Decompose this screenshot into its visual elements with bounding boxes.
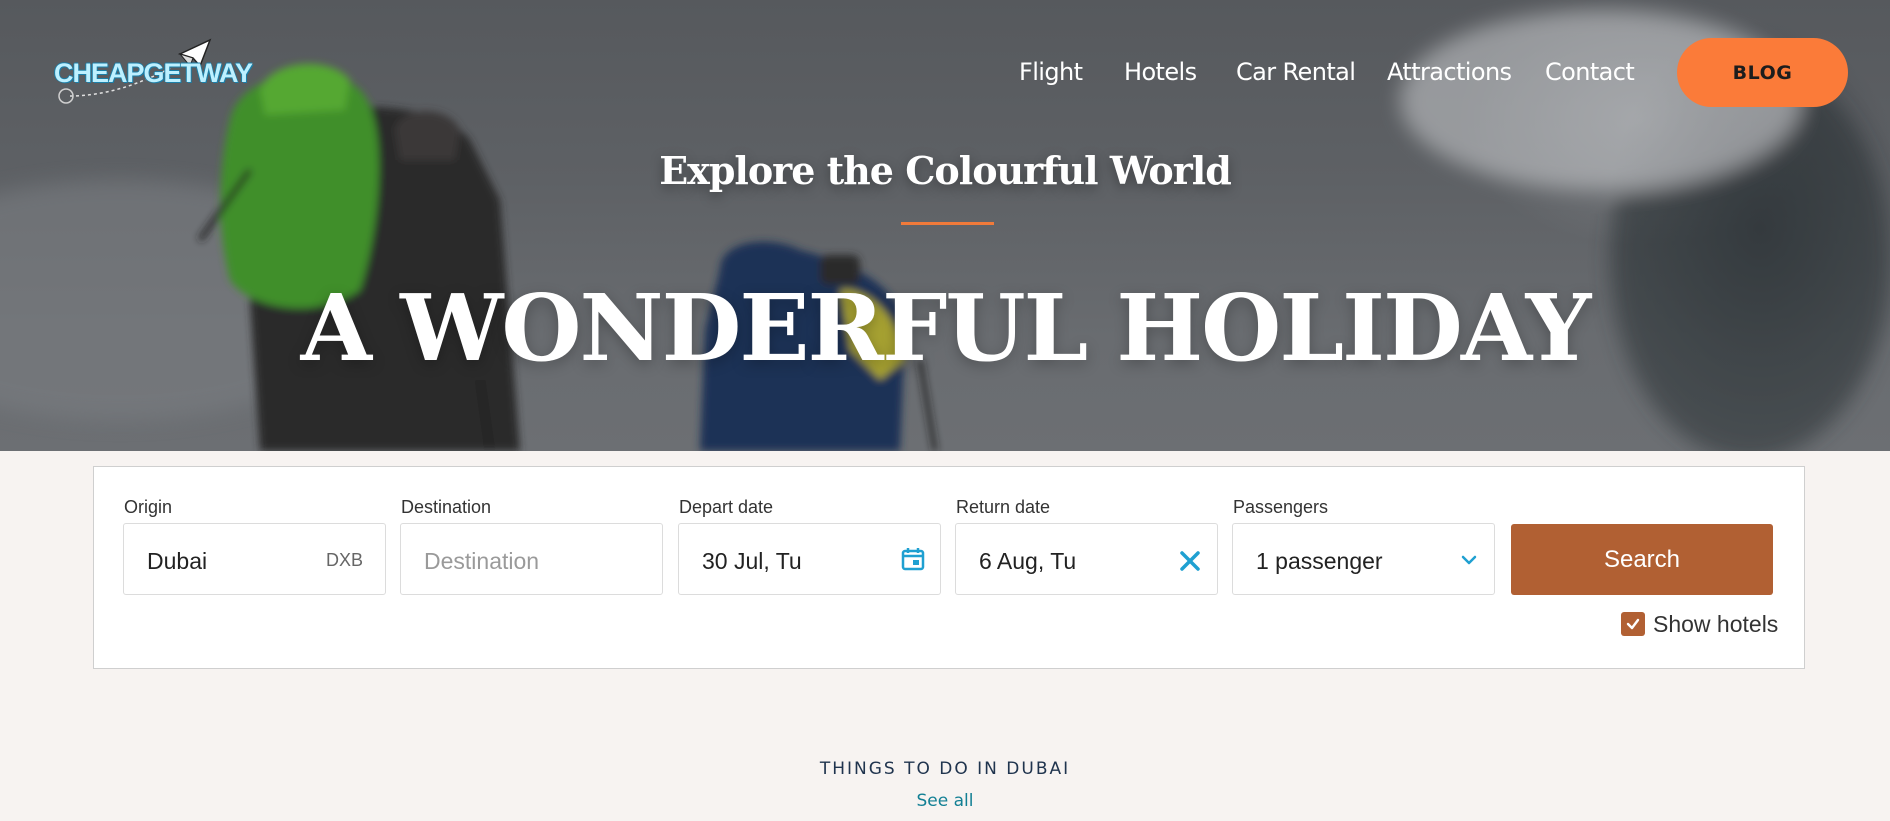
return-date-value: 6 Aug, Tu bbox=[979, 548, 1077, 574]
origin-label: Origin bbox=[124, 497, 173, 517]
hero-title: A WONDERFUL HOLIDAY bbox=[300, 274, 1592, 382]
nav-item-flight[interactable]: Flight bbox=[1019, 58, 1083, 86]
hero-subtitle: Explore the Colourful World bbox=[659, 148, 1232, 193]
show-hotels-label: Show hotels bbox=[1653, 610, 1779, 637]
nav-item-hotels[interactable]: Hotels bbox=[1124, 58, 1197, 86]
clear-x-icon[interactable] bbox=[1177, 548, 1203, 579]
show-hotels-toggle[interactable]: Show hotels bbox=[1621, 611, 1778, 637]
nav-item-car-rental[interactable]: Car Rental bbox=[1236, 58, 1356, 86]
calendar-icon[interactable] bbox=[900, 546, 926, 577]
nav-item-contact[interactable]: Contact bbox=[1545, 58, 1635, 86]
hero-banner: CHEAPGETWAY Flight Hotels Car Rental Att… bbox=[0, 0, 1890, 451]
destination-label: Destination bbox=[401, 497, 492, 517]
nav-item-attractions[interactable]: Attractions bbox=[1387, 58, 1512, 86]
destination-field[interactable]: Destination bbox=[400, 523, 663, 595]
passengers-value: 1 passenger bbox=[1256, 548, 1383, 574]
hero-divider bbox=[901, 222, 994, 225]
blog-button[interactable]: BLOG bbox=[1677, 38, 1848, 107]
checkmark-icon bbox=[1626, 618, 1640, 630]
logo-text: CHEAPGETWAY bbox=[54, 58, 253, 88]
see-all-link[interactable]: See all bbox=[0, 791, 1890, 811]
show-hotels-checkbox[interactable] bbox=[1621, 612, 1645, 636]
depart-date-value: 30 Jul, Tu bbox=[702, 548, 802, 574]
depart-date-label: Depart date bbox=[679, 497, 774, 517]
destination-placeholder: Destination bbox=[424, 548, 540, 574]
chevron-down-icon bbox=[1458, 549, 1480, 576]
cheapgetway-logo[interactable]: CHEAPGETWAY bbox=[50, 36, 253, 108]
passengers-label: Passengers bbox=[1233, 497, 1329, 517]
passengers-select[interactable]: 1 passenger bbox=[1232, 523, 1495, 595]
depart-date-field[interactable]: 30 Jul, Tu bbox=[678, 523, 941, 595]
return-date-label: Return date bbox=[956, 497, 1051, 517]
things-to-do-heading: THINGS TO DO IN DUBAI bbox=[819, 759, 1071, 779]
search-button[interactable]: Search bbox=[1511, 524, 1773, 595]
origin-field[interactable]: Dubai DXB bbox=[123, 523, 386, 595]
return-date-field[interactable]: 6 Aug, Tu bbox=[955, 523, 1218, 595]
origin-value: Dubai bbox=[147, 548, 208, 574]
origin-airport-code: DXB bbox=[325, 550, 363, 570]
